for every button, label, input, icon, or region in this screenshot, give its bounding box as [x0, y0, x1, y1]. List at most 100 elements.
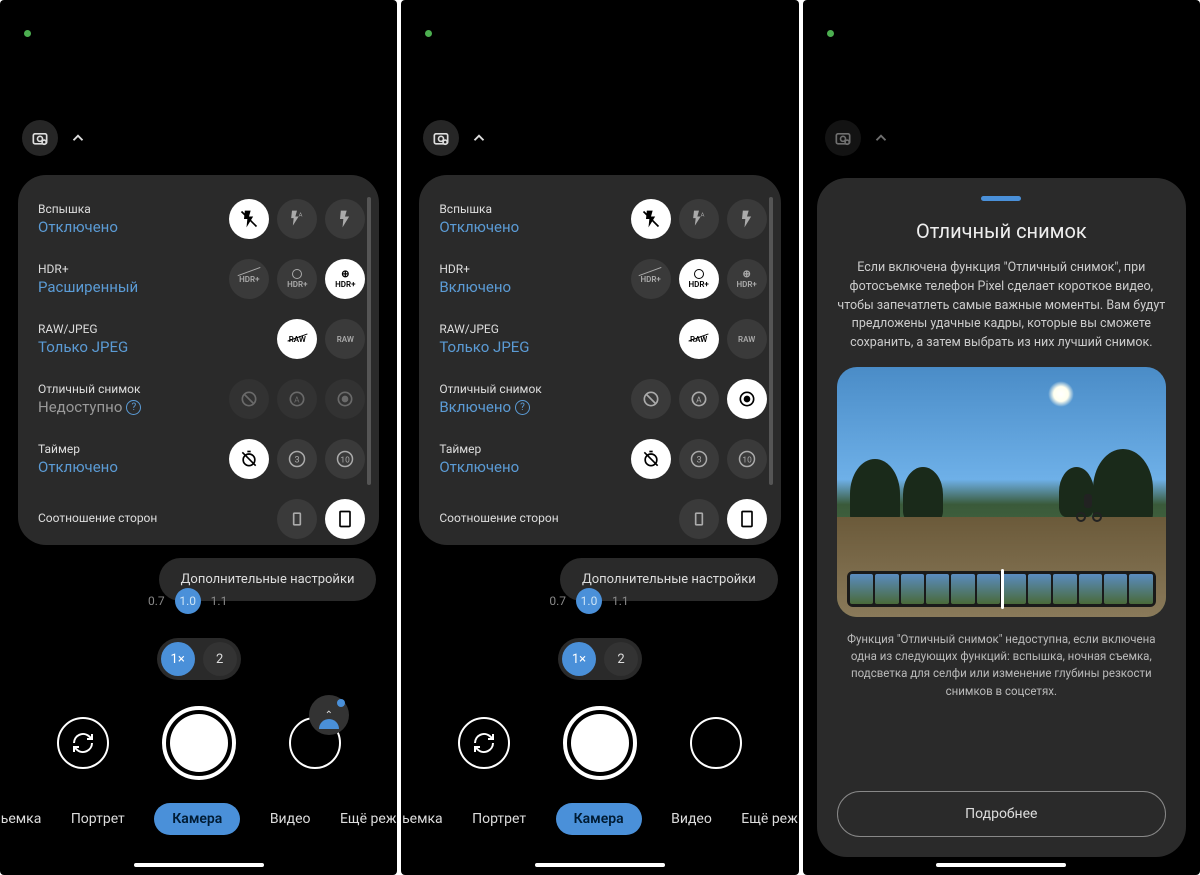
timer-10s-option[interactable]: 10	[325, 439, 365, 479]
zoom-10[interactable]: 1.0	[175, 588, 201, 614]
mode-video[interactable]: Видео	[270, 811, 311, 827]
timer-off-option[interactable]	[229, 439, 269, 479]
expand-chevron-icon[interactable]	[64, 124, 92, 152]
raw-option[interactable]: RAW	[325, 319, 365, 359]
help-icon[interactable]: ?	[126, 400, 141, 415]
mode-video[interactable]: Видео	[671, 811, 712, 827]
hdr-value: Включено	[439, 278, 630, 296]
flash-auto-option[interactable]: A	[679, 199, 719, 239]
hdr-off-option[interactable]: HDR+	[631, 259, 671, 299]
timer-value: Отключено	[439, 458, 630, 476]
shutter-button[interactable]	[162, 706, 236, 780]
zoom-1x[interactable]: 1×	[562, 642, 596, 676]
zoom-11[interactable]: 1.1	[612, 594, 629, 608]
flash-on-option[interactable]	[727, 199, 767, 239]
screenshot-3: Отличный снимок Если включена функция "О…	[803, 0, 1200, 875]
hdr-off-option[interactable]: HDR+	[229, 259, 269, 299]
mode-left-cut[interactable]: ьемка	[402, 811, 443, 827]
gallery-preview[interactable]	[690, 717, 742, 769]
svg-text:A: A	[700, 213, 704, 219]
sheet-title: Отличный снимок	[916, 219, 1087, 243]
motion-badge-icon[interactable]: ⌃	[309, 695, 349, 735]
zoom-2x[interactable]: 2	[604, 642, 638, 676]
mode-camera[interactable]: Камера	[556, 803, 642, 835]
mode-portrait[interactable]: Портрет	[472, 811, 526, 827]
mode-camera[interactable]: Камера	[154, 803, 240, 835]
topshot-auto-option: A	[277, 379, 317, 419]
flash-auto-option[interactable]: A	[277, 199, 317, 239]
raw-option[interactable]: RAW	[727, 319, 767, 359]
mode-left-cut[interactable]: ьемка	[1, 811, 42, 827]
flash-off-option[interactable]	[229, 199, 269, 239]
zoom-10[interactable]: 1.0	[576, 588, 602, 614]
topshot-auto-option[interactable]: A	[679, 379, 719, 419]
learn-more-button[interactable]: Подробнее	[837, 791, 1166, 837]
quick-settings-panel: Вспышка Отключено A HDR+ Включено HDR+ H…	[419, 175, 780, 545]
timer-row: Таймер Отключено 3 10	[38, 431, 365, 491]
ratio-34-option[interactable]	[679, 499, 719, 539]
hdr-on-option[interactable]: HDR+	[277, 259, 317, 299]
jpeg-only-option[interactable]: RAW	[277, 319, 317, 359]
flip-camera-button[interactable]	[458, 717, 510, 769]
mode-portrait[interactable]: Портрет	[71, 811, 125, 827]
timer-3s-option[interactable]: 3	[679, 439, 719, 479]
home-indicator[interactable]	[535, 863, 665, 867]
timer-10s-option[interactable]: 10	[727, 439, 767, 479]
hdr-enhanced-option[interactable]: ⊕HDR+	[325, 259, 365, 299]
ratio-34-option[interactable]	[277, 499, 317, 539]
zoom-fine-row: 0.7 1.0 1.1	[148, 588, 227, 614]
shutter-row: ⌃	[0, 706, 397, 780]
mode-strip[interactable]: ьемка Портрет Камера Видео Ещё реж	[401, 803, 798, 835]
topshot-row: Отличный снимок Недоступно? A	[38, 371, 365, 431]
camera-settings-button	[825, 120, 861, 156]
hdr-value: Расширенный	[38, 278, 229, 296]
zoom-07[interactable]: 0.7	[549, 594, 566, 608]
mode-right-cut[interactable]: Ещё реж	[340, 811, 397, 827]
topshot-row: Отличный снимок Включено? A	[439, 371, 766, 431]
ratio-row: Соотношение сторон	[38, 491, 365, 539]
timer-title: Таймер	[439, 442, 630, 456]
hdr-enhanced-option[interactable]: ⊕HDR+	[727, 259, 767, 299]
raw-row: RAW/JPEG Только JPEG RAW RAW	[38, 311, 365, 371]
flash-title: Вспышка	[38, 202, 229, 216]
camera-settings-button[interactable]	[423, 120, 459, 156]
camera-settings-button[interactable]	[22, 120, 58, 156]
flash-off-option[interactable]	[631, 199, 671, 239]
jpeg-only-option[interactable]: RAW	[679, 319, 719, 359]
zoom-11[interactable]: 1.1	[211, 594, 228, 608]
drag-handle[interactable]	[981, 196, 1021, 201]
svg-text:10: 10	[742, 455, 752, 465]
flip-camera-button[interactable]	[57, 717, 109, 769]
zoom-2x[interactable]: 2	[203, 642, 237, 676]
timer-off-option[interactable]	[631, 439, 671, 479]
zoom-lens-row: 1× 2	[157, 638, 241, 680]
home-indicator[interactable]	[134, 863, 264, 867]
topshot-off-option[interactable]	[631, 379, 671, 419]
help-icon[interactable]: ?	[515, 400, 530, 415]
scrollbar[interactable]	[769, 197, 773, 485]
mode-strip[interactable]: ьемка Портрет Камера Видео Ещё реж	[0, 803, 397, 835]
gallery-preview[interactable]: ⌃	[289, 717, 341, 769]
top-controls	[423, 120, 493, 156]
home-indicator[interactable]	[936, 863, 1066, 867]
scrollbar[interactable]	[367, 197, 371, 485]
topshot-value: Недоступно?	[38, 398, 229, 416]
hdr-on-option[interactable]: HDR+	[679, 259, 719, 299]
raw-title: RAW/JPEG	[38, 322, 277, 336]
topshot-on-option[interactable]	[727, 379, 767, 419]
zoom-07[interactable]: 0.7	[148, 594, 165, 608]
ratio-full-option[interactable]	[727, 499, 767, 539]
mode-right-cut[interactable]: Ещё реж	[741, 811, 798, 827]
shutter-row	[401, 706, 798, 780]
filmstrip[interactable]	[847, 571, 1156, 607]
sheet-body: Если включена функция "Отличный снимок",…	[837, 259, 1166, 353]
filmstrip-selector[interactable]	[1001, 569, 1004, 609]
flash-on-option[interactable]	[325, 199, 365, 239]
ratio-full-option[interactable]	[325, 499, 365, 539]
expand-chevron-icon[interactable]	[465, 124, 493, 152]
top-controls	[825, 120, 895, 156]
timer-row: Таймер Отключено 3 10	[439, 431, 766, 491]
timer-3s-option[interactable]: 3	[277, 439, 317, 479]
shutter-button[interactable]	[563, 706, 637, 780]
zoom-1x[interactable]: 1×	[161, 642, 195, 676]
